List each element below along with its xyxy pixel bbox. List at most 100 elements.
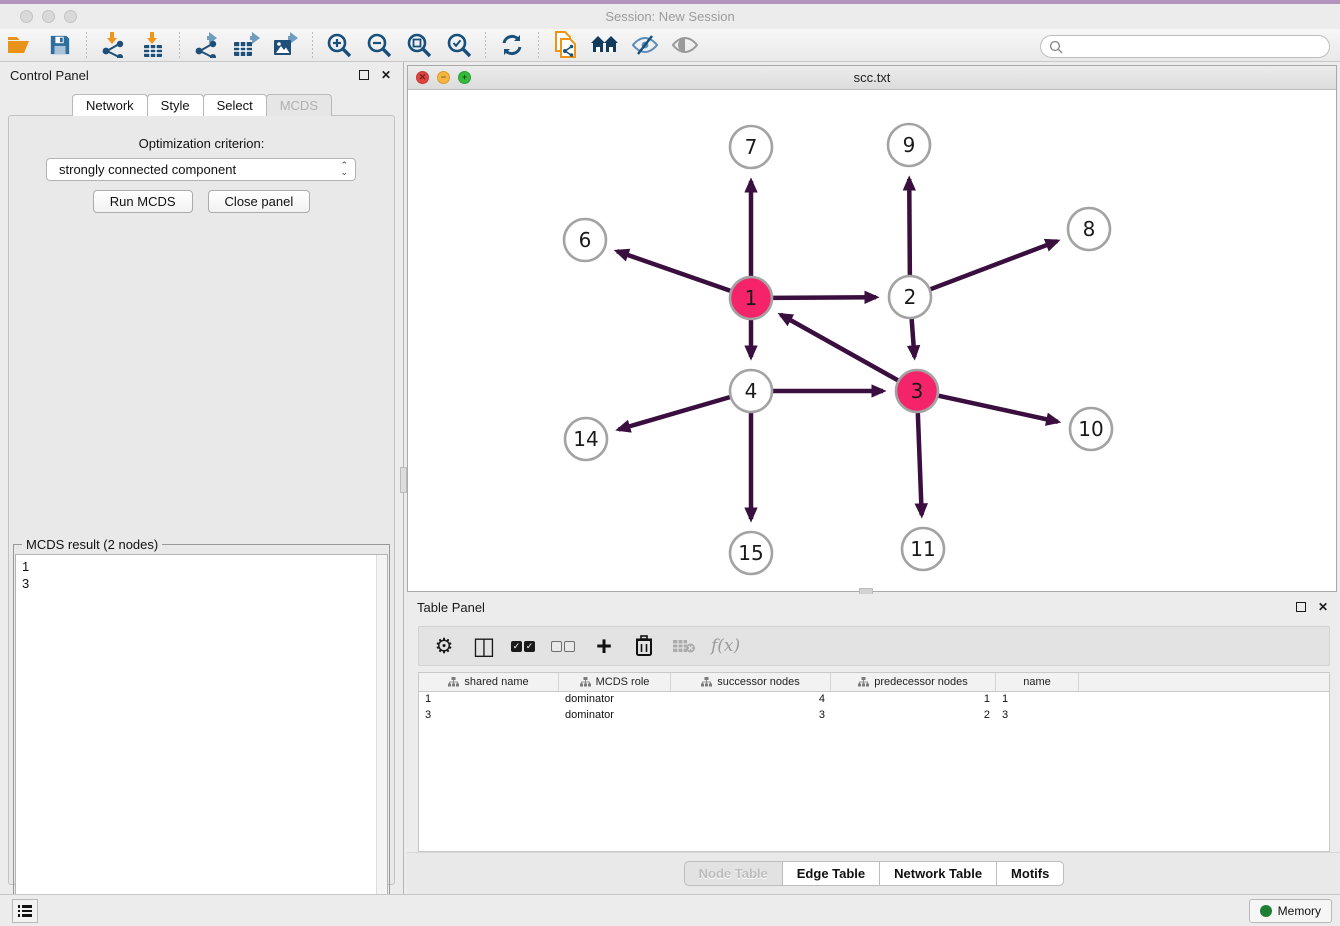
add-row-button[interactable]: + <box>591 631 617 661</box>
edge-4-14[interactable] <box>619 397 730 429</box>
edge-2-8[interactable] <box>931 241 1058 289</box>
zoom-in-button[interactable] <box>324 31 354 59</box>
column-header-shared-name[interactable]: shared name <box>419 673 559 691</box>
export-table-button[interactable] <box>231 31 261 59</box>
node-label: 3 <box>911 379 924 403</box>
graph-node-8[interactable]: 8 <box>1068 208 1110 250</box>
zoom-fit-button[interactable] <box>404 31 434 59</box>
network-window-titlebar[interactable]: ✕ − + scc.txt <box>408 66 1336 90</box>
edge-2-9[interactable] <box>909 179 910 275</box>
cell-mcds-role[interactable]: dominator <box>559 692 671 708</box>
run-mcds-button[interactable]: Run MCDS <box>93 190 193 213</box>
import-network-icon <box>100 32 126 58</box>
save-session-button[interactable] <box>45 31 75 59</box>
table-row[interactable]: 1 dominator 4 1 1 <box>419 692 1329 708</box>
first-neighbors-button[interactable] <box>590 31 620 59</box>
toolbar-separator <box>86 32 87 58</box>
splitter-grip[interactable] <box>400 467 407 493</box>
network-graph-canvas[interactable]: 7 9 6 8 1 2 4 3 14 10 15 11 <box>408 90 1336 591</box>
edge-3-10[interactable] <box>938 396 1057 422</box>
zoom-selected-button[interactable] <box>444 31 474 59</box>
mcds-panel-body: Optimization criterion: strongly connect… <box>8 115 395 885</box>
cell-successor-nodes[interactable]: 4 <box>671 692 831 708</box>
edge-1-2[interactable] <box>773 297 876 298</box>
column-header-predecessor-nodes[interactable]: predecessor nodes <box>831 673 996 691</box>
search-box[interactable] <box>1040 35 1330 58</box>
cell-name[interactable]: 3 <box>996 708 1079 724</box>
show-columns-button[interactable]: ◫ <box>471 631 497 661</box>
show-all-button[interactable] <box>670 31 700 59</box>
open-session-button[interactable] <box>5 31 35 59</box>
graph-node-9[interactable]: 9 <box>888 124 930 166</box>
cell-predecessor-nodes[interactable]: 2 <box>831 708 996 724</box>
table-row[interactable]: 3 dominator 3 2 3 <box>419 708 1329 724</box>
zoom-in-icon <box>326 32 352 58</box>
zoom-out-button[interactable] <box>364 31 394 59</box>
cell-predecessor-nodes[interactable]: 1 <box>831 692 996 708</box>
hide-selected-button[interactable] <box>630 31 660 59</box>
table-settings-button[interactable]: ⚙ <box>431 631 457 661</box>
export-image-button[interactable] <box>271 31 301 59</box>
graph-node-7[interactable]: 7 <box>730 126 772 168</box>
export-network-button[interactable] <box>191 31 221 59</box>
task-history-button[interactable] <box>12 899 38 923</box>
cell-mcds-role[interactable]: dominator <box>559 708 671 724</box>
edge-3-11[interactable] <box>918 413 922 515</box>
cell-name[interactable]: 1 <box>996 692 1079 708</box>
delete-table-button[interactable] <box>671 631 697 661</box>
memory-button[interactable]: Memory <box>1249 899 1332 923</box>
tab-motifs[interactable]: Motifs <box>996 861 1064 886</box>
column-label: name <box>1023 676 1051 688</box>
graph-node-14[interactable]: 14 <box>565 418 607 460</box>
refresh-network-button[interactable] <box>497 31 527 59</box>
import-table-button[interactable] <box>138 31 168 59</box>
clone-network-icon <box>552 31 578 59</box>
network-view-title: scc.txt <box>408 70 1336 85</box>
graph-node-2[interactable]: 2 <box>889 276 931 318</box>
import-network-button[interactable] <box>98 31 128 59</box>
column-header-successor-nodes[interactable]: successor nodes <box>671 673 831 691</box>
edge-1-6[interactable] <box>617 251 730 291</box>
mcds-result-textarea[interactable]: 1 3 <box>15 554 388 917</box>
close-table-panel-button[interactable]: ✕ <box>1316 600 1330 614</box>
tab-edge-table[interactable]: Edge Table <box>782 861 880 886</box>
tab-select[interactable]: Select <box>203 94 267 116</box>
mcds-scrollbar[interactable] <box>376 555 387 916</box>
cell-successor-nodes[interactable]: 3 <box>671 708 831 724</box>
tab-mcds[interactable]: MCDS <box>266 94 332 116</box>
graph-node-3[interactable]: 3 <box>896 370 938 412</box>
criterion-dropdown[interactable]: strongly connected component ⌃⌄ <box>46 158 356 181</box>
float-table-panel-button[interactable] <box>1294 600 1308 614</box>
graph-node-15[interactable]: 15 <box>730 532 772 574</box>
cell-shared-name[interactable]: 1 <box>419 692 559 708</box>
node-label: 15 <box>738 541 763 565</box>
eye-icon <box>671 34 699 56</box>
tab-network-table[interactable]: Network Table <box>879 861 997 886</box>
column-header-name[interactable]: name <box>996 673 1079 691</box>
tab-node-table[interactable]: Node Table <box>684 861 783 886</box>
cell-shared-name[interactable]: 3 <box>419 708 559 724</box>
deselect-all-button[interactable] <box>551 631 577 661</box>
float-panel-button[interactable] <box>357 68 371 82</box>
graph-node-1[interactable]: 1 <box>730 277 772 319</box>
close-panel-button-2[interactable]: Close panel <box>208 190 311 213</box>
eye-slash-icon <box>631 34 659 56</box>
function-builder-button[interactable]: f(x) <box>711 631 740 661</box>
edge-3-1[interactable] <box>781 315 898 381</box>
column-header-mcds-role[interactable]: MCDS role <box>559 673 671 691</box>
graph-node-11[interactable]: 11 <box>902 528 944 570</box>
select-all-button[interactable]: ✓ ✓ <box>511 631 537 661</box>
graph-node-4[interactable]: 4 <box>730 370 772 412</box>
tab-style[interactable]: Style <box>147 94 204 116</box>
search-input[interactable] <box>1067 36 1329 57</box>
delete-row-button[interactable] <box>631 631 657 661</box>
trash-icon <box>635 635 653 657</box>
edge-2-3[interactable] <box>912 319 915 357</box>
close-panel-button[interactable]: ✕ <box>379 68 393 82</box>
clone-network-button[interactable] <box>550 31 580 59</box>
status-bar: Memory <box>0 894 1340 926</box>
search-icon <box>1049 40 1063 54</box>
tab-network[interactable]: Network <box>72 94 148 116</box>
graph-node-10[interactable]: 10 <box>1070 408 1112 450</box>
graph-node-6[interactable]: 6 <box>564 219 606 261</box>
